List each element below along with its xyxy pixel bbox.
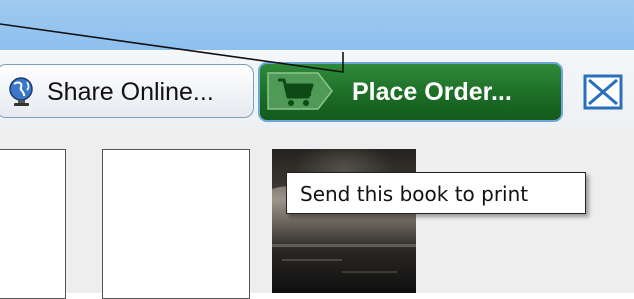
place-order-label: Place Order... <box>352 78 512 106</box>
share-online-label: Share Online... <box>47 78 214 106</box>
book-thumbnail-2[interactable] <box>102 149 250 299</box>
close-button[interactable] <box>583 74 623 110</box>
book-thumbnail-1[interactable] <box>0 149 66 299</box>
cart-icon <box>266 69 336 113</box>
close-icon <box>583 74 623 114</box>
place-order-button[interactable]: Place Order... <box>258 62 563 122</box>
window-header <box>0 0 634 50</box>
photo-image <box>272 149 416 293</box>
share-online-button[interactable]: Share Online... <box>0 64 254 118</box>
globe-icon <box>7 75 37 107</box>
tooltip-text: Send this book to print <box>300 182 529 206</box>
tooltip: Send this book to print <box>286 172 586 214</box>
book-thumbnail-3[interactable] <box>272 149 416 293</box>
